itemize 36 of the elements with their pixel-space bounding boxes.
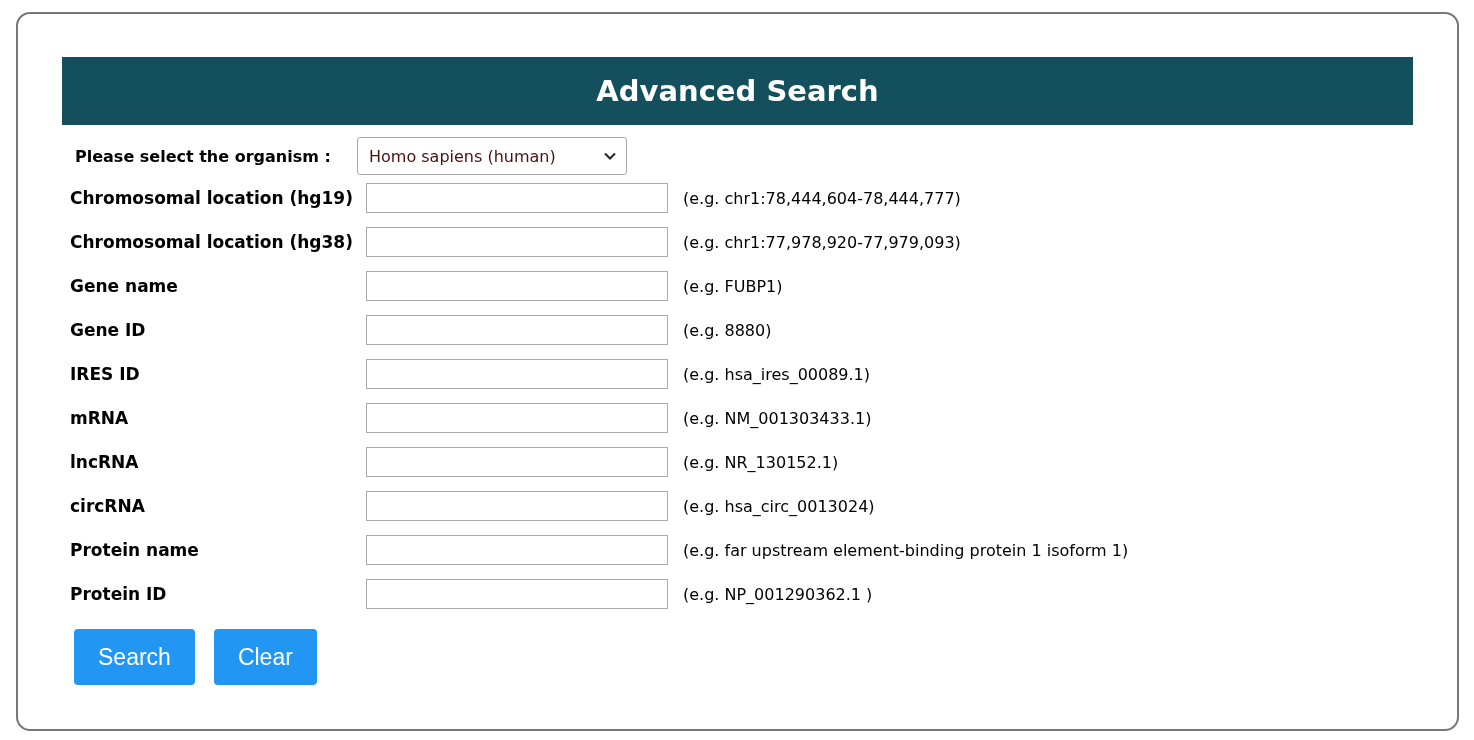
example-hint: (e.g. far upstream element-binding protein 1 isoform 1) [683, 540, 1129, 560]
field-label: Gene name [70, 276, 179, 296]
example-hint: (e.g. FUBP1) [683, 276, 783, 296]
input-field[interactable] [366, 183, 668, 213]
input-field[interactable] [366, 447, 668, 477]
search-button[interactable]: Search [74, 629, 195, 685]
organism-select[interactable]: Homo sapiens (human) [357, 137, 627, 175]
field-label: IRES ID [70, 364, 141, 384]
input-field[interactable] [366, 315, 668, 345]
field-label: mRNA [70, 408, 130, 428]
field-label: Chromosomal location (hg19) [70, 188, 354, 208]
example-hint: (e.g. NR_130152.1) [683, 452, 839, 472]
field-label: Gene ID [70, 320, 147, 340]
clear-button[interactable]: Clear [213, 629, 317, 685]
field-label: Protein name [70, 540, 200, 560]
input-field[interactable] [366, 271, 668, 301]
example-hint: (e.g. NM_001303433.1) [683, 408, 872, 428]
example-hint: (e.g. NP_001290362.1 ) [683, 584, 873, 604]
example-hint: (e.g. hsa_circ_0013024) [683, 496, 875, 516]
example-hint: (e.g. chr1:78,444,604-78,444,777) [683, 188, 961, 208]
organism-label: Please select the organism : [75, 146, 332, 166]
example-hint: (e.g. 8880) [683, 320, 772, 340]
input-field[interactable] [366, 359, 668, 389]
example-hint: (e.g. chr1:77,978,920-77,979,093) [683, 232, 961, 252]
field-label: Protein ID [70, 584, 168, 604]
input-field[interactable] [366, 403, 668, 433]
input-field[interactable] [366, 579, 668, 609]
chevron-down-icon [604, 152, 616, 160]
input-field[interactable] [366, 535, 668, 565]
field-label: lncRNA [70, 452, 140, 472]
input-field[interactable] [366, 491, 668, 521]
input-field[interactable] [366, 227, 668, 257]
field-label: circRNA [70, 496, 146, 516]
page-title: Advanced Search [596, 74, 879, 108]
example-hint: (e.g. hsa_ires_00089.1) [683, 364, 871, 384]
field-label: Chromosomal location (hg38) [70, 232, 354, 252]
